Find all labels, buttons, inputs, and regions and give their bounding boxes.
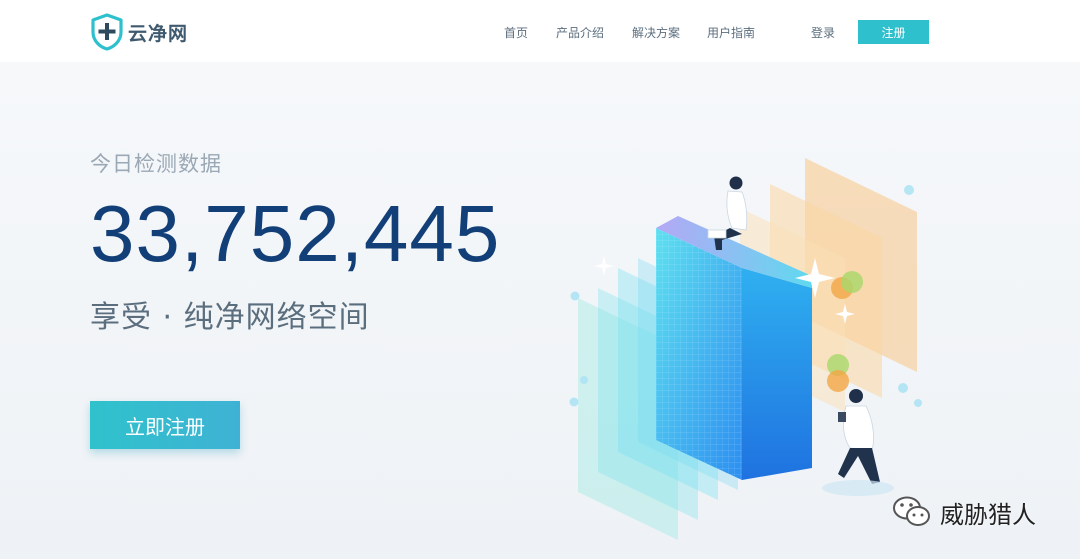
- nav-item-user-guide[interactable]: 用户指南: [707, 24, 755, 41]
- nav-item-home[interactable]: 首页: [504, 24, 528, 41]
- main-block-side: [742, 268, 812, 480]
- site-logo[interactable]: 云净网: [90, 13, 188, 51]
- register-now-button[interactable]: 立即注册: [90, 401, 240, 449]
- decor-dot: [904, 185, 914, 195]
- security-illustration: [569, 158, 922, 540]
- watermark-text: 威胁猎人: [940, 500, 1036, 529]
- nav-item-products[interactable]: 产品介绍: [556, 24, 604, 41]
- logo-text: 云净网: [128, 22, 189, 45]
- shield-plus-icon: [91, 13, 123, 51]
- hero-label: 今日检测数据: [90, 152, 222, 176]
- nav-item-solutions[interactable]: 解决方案: [632, 24, 680, 41]
- login-link[interactable]: 登录: [811, 24, 835, 41]
- top-header: 云净网 首页 产品介绍 解决方案 用户指南 登录 注册: [0, 0, 1080, 62]
- wechat-icon: [893, 496, 930, 526]
- sparkle-left: [594, 256, 614, 276]
- detection-count: 33,752,445: [90, 189, 501, 278]
- register-button[interactable]: 注册: [858, 20, 929, 44]
- wechat-watermark: 威胁猎人: [892, 494, 1036, 530]
- hero-slogan: 享受 · 纯净网络空间: [90, 300, 370, 335]
